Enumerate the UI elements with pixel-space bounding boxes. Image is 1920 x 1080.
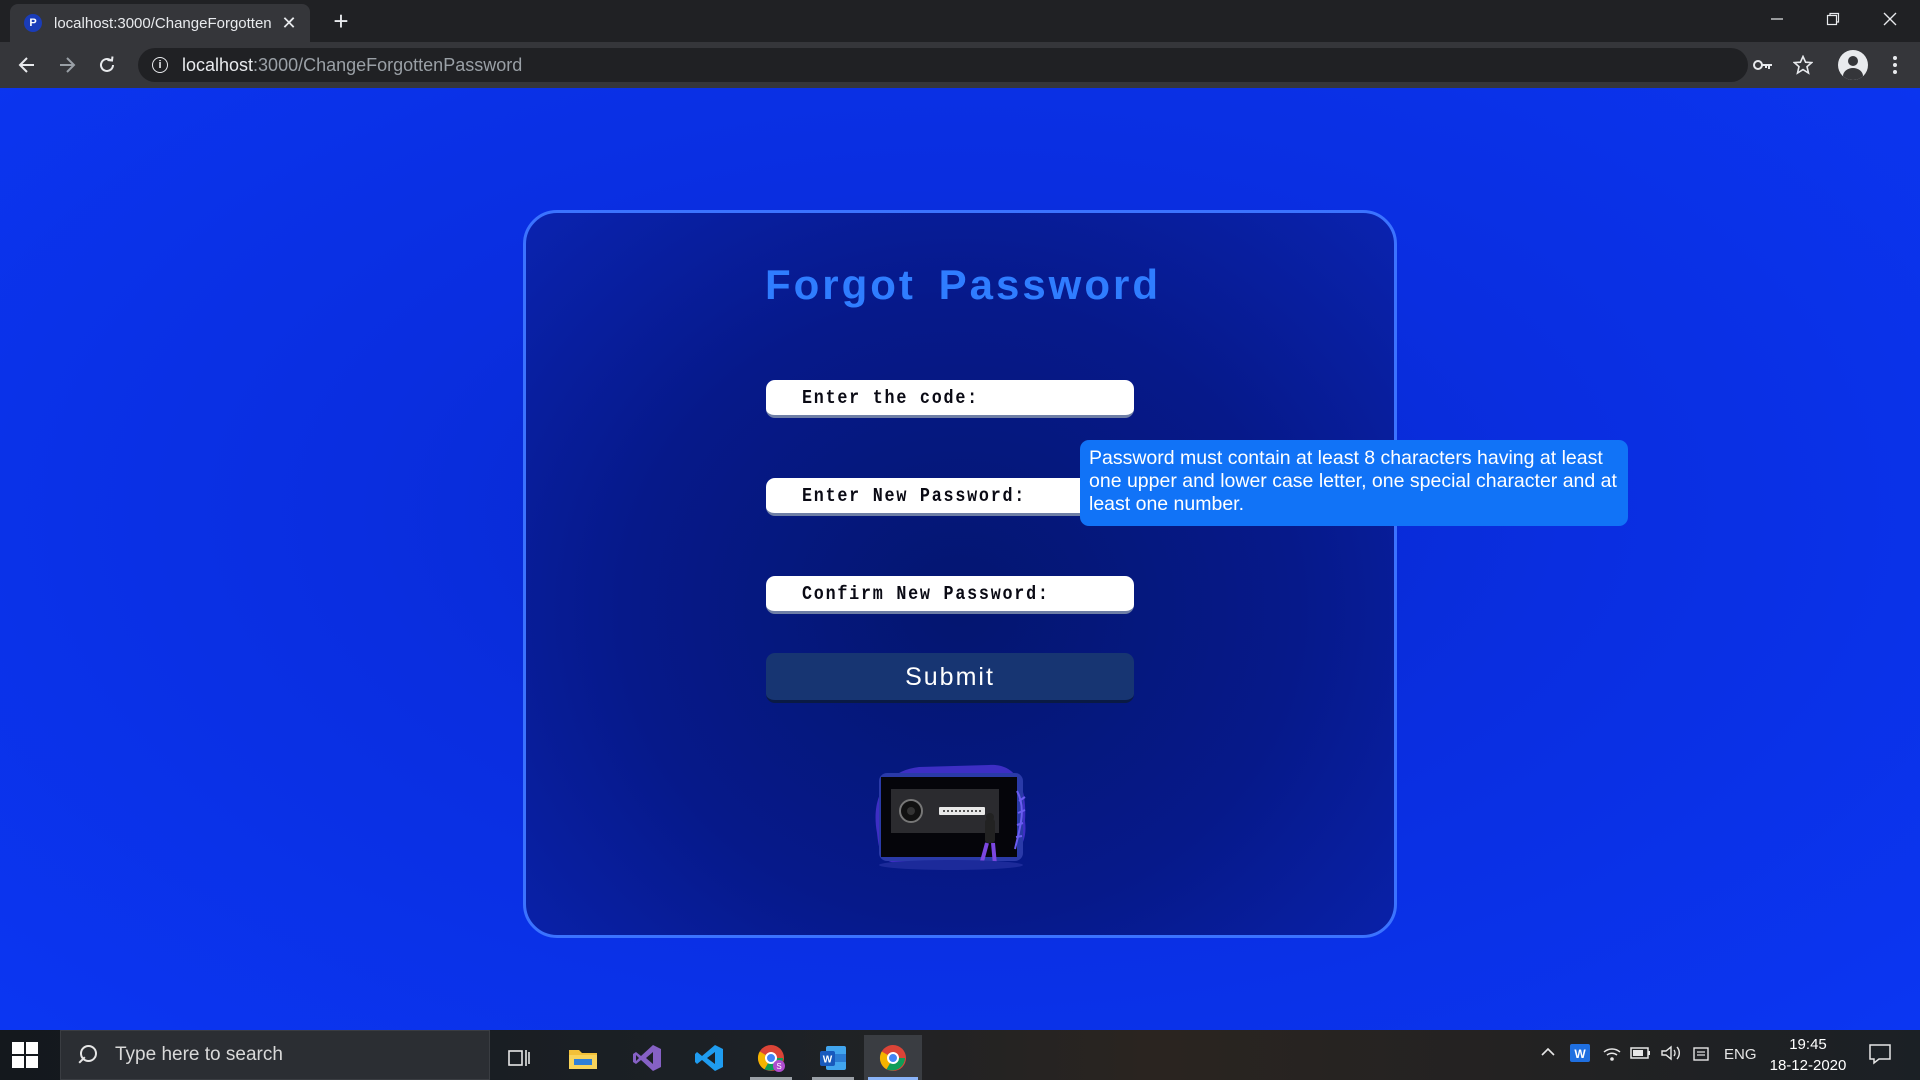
submit-button[interactable]: Submit [766, 653, 1134, 703]
search-icon [77, 1045, 97, 1065]
code-input-label: Enter the code: [802, 386, 979, 409]
close-tab-icon[interactable]: ✕ [278, 13, 300, 34]
browser-toolbar: i localhost:3000/ChangeForgottenPassword [0, 42, 1920, 88]
arrow-right-icon [60, 57, 76, 73]
wifi-icon[interactable] [1602, 1044, 1622, 1067]
taskbar: Type here to search S W W ENG 19:45 18-1… [0, 1030, 1920, 1080]
minimize-icon [1771, 18, 1783, 20]
taskbar-clock[interactable]: 19:45 18-12-2020 [1762, 1034, 1854, 1076]
language-indicator[interactable]: ENG [1724, 1046, 1757, 1063]
volume-icon[interactable] [1660, 1044, 1682, 1067]
tab-title: localhost:3000/ChangeForgotten [54, 14, 272, 32]
network-drive-icon[interactable] [1692, 1044, 1710, 1067]
arrow-left-icon [18, 57, 34, 73]
browser-tab-bar: P localhost:3000/ChangeForgotten ✕ + [0, 0, 1920, 42]
clock-date: 18-12-2020 [1769, 1057, 1847, 1074]
reload-icon [100, 56, 114, 72]
bookmark-star-icon[interactable] [1788, 50, 1818, 80]
favicon-icon: P [24, 14, 42, 32]
new-password-label: Enter New Password: [802, 484, 1027, 507]
forgot-password-card: Forgot Password Enter the code: Enter Ne… [523, 210, 1397, 938]
word-icon[interactable]: W [804, 1035, 862, 1080]
battery-icon[interactable] [1630, 1044, 1652, 1067]
password-requirements-tooltip: Password must contain at least 8 charact… [1080, 440, 1628, 526]
address-bar[interactable]: i localhost:3000/ChangeForgottenPassword [138, 48, 1748, 82]
search-placeholder: Type here to search [115, 1044, 283, 1065]
notifications-icon[interactable] [1868, 1042, 1892, 1071]
visual-studio-icon[interactable] [618, 1035, 676, 1080]
browser-tab[interactable]: P localhost:3000/ChangeForgotten ✕ [10, 4, 310, 42]
close-window-button[interactable] [1862, 0, 1918, 38]
key-icon[interactable] [1748, 50, 1778, 80]
reload-button[interactable] [92, 50, 122, 80]
page-viewport: Forgot Password Enter the code: Enter Ne… [0, 88, 1920, 1030]
svg-text:W: W [823, 1054, 833, 1065]
file-explorer-icon[interactable] [554, 1035, 612, 1080]
code-input[interactable]: Enter the code: [766, 380, 1134, 418]
menu-kebab-icon[interactable] [1880, 50, 1910, 80]
tray-app-icon[interactable]: W [1570, 1044, 1590, 1067]
show-hidden-icons-chevron-icon[interactable] [1540, 1044, 1556, 1065]
clock-time: 19:45 [1789, 1036, 1827, 1053]
back-button[interactable] [12, 50, 42, 80]
windows-start-icon[interactable] [12, 1042, 38, 1068]
restore-icon [1826, 12, 1840, 26]
taskbar-search-input[interactable]: Type here to search [60, 1030, 490, 1080]
new-tab-button[interactable]: + [326, 6, 356, 36]
confirm-password-input[interactable]: Confirm New Password: [766, 576, 1134, 614]
svg-text:W: W [1574, 1047, 1586, 1061]
page-title: Forgot Password [764, 261, 1162, 308]
profile-avatar-icon[interactable] [1838, 50, 1868, 80]
new-password-input[interactable]: Enter New Password: [766, 478, 1134, 516]
vs-code-icon[interactable] [680, 1035, 738, 1080]
url-host: localhost [182, 54, 254, 75]
chrome-profile-icon[interactable]: S [742, 1035, 800, 1080]
restore-button[interactable] [1805, 0, 1861, 38]
minimize-button[interactable] [1749, 0, 1805, 38]
password-lock-illustration [875, 764, 1026, 870]
svg-text:S: S [776, 1062, 781, 1071]
forward-button[interactable] [52, 50, 82, 80]
close-icon [1883, 12, 1897, 26]
info-icon[interactable]: i [152, 57, 168, 73]
confirm-password-label: Confirm New Password: [802, 582, 1050, 605]
task-view-icon[interactable] [490, 1035, 548, 1080]
chrome-icon[interactable] [864, 1035, 922, 1080]
url-path: :3000/ChangeForgottenPassword [253, 54, 523, 75]
